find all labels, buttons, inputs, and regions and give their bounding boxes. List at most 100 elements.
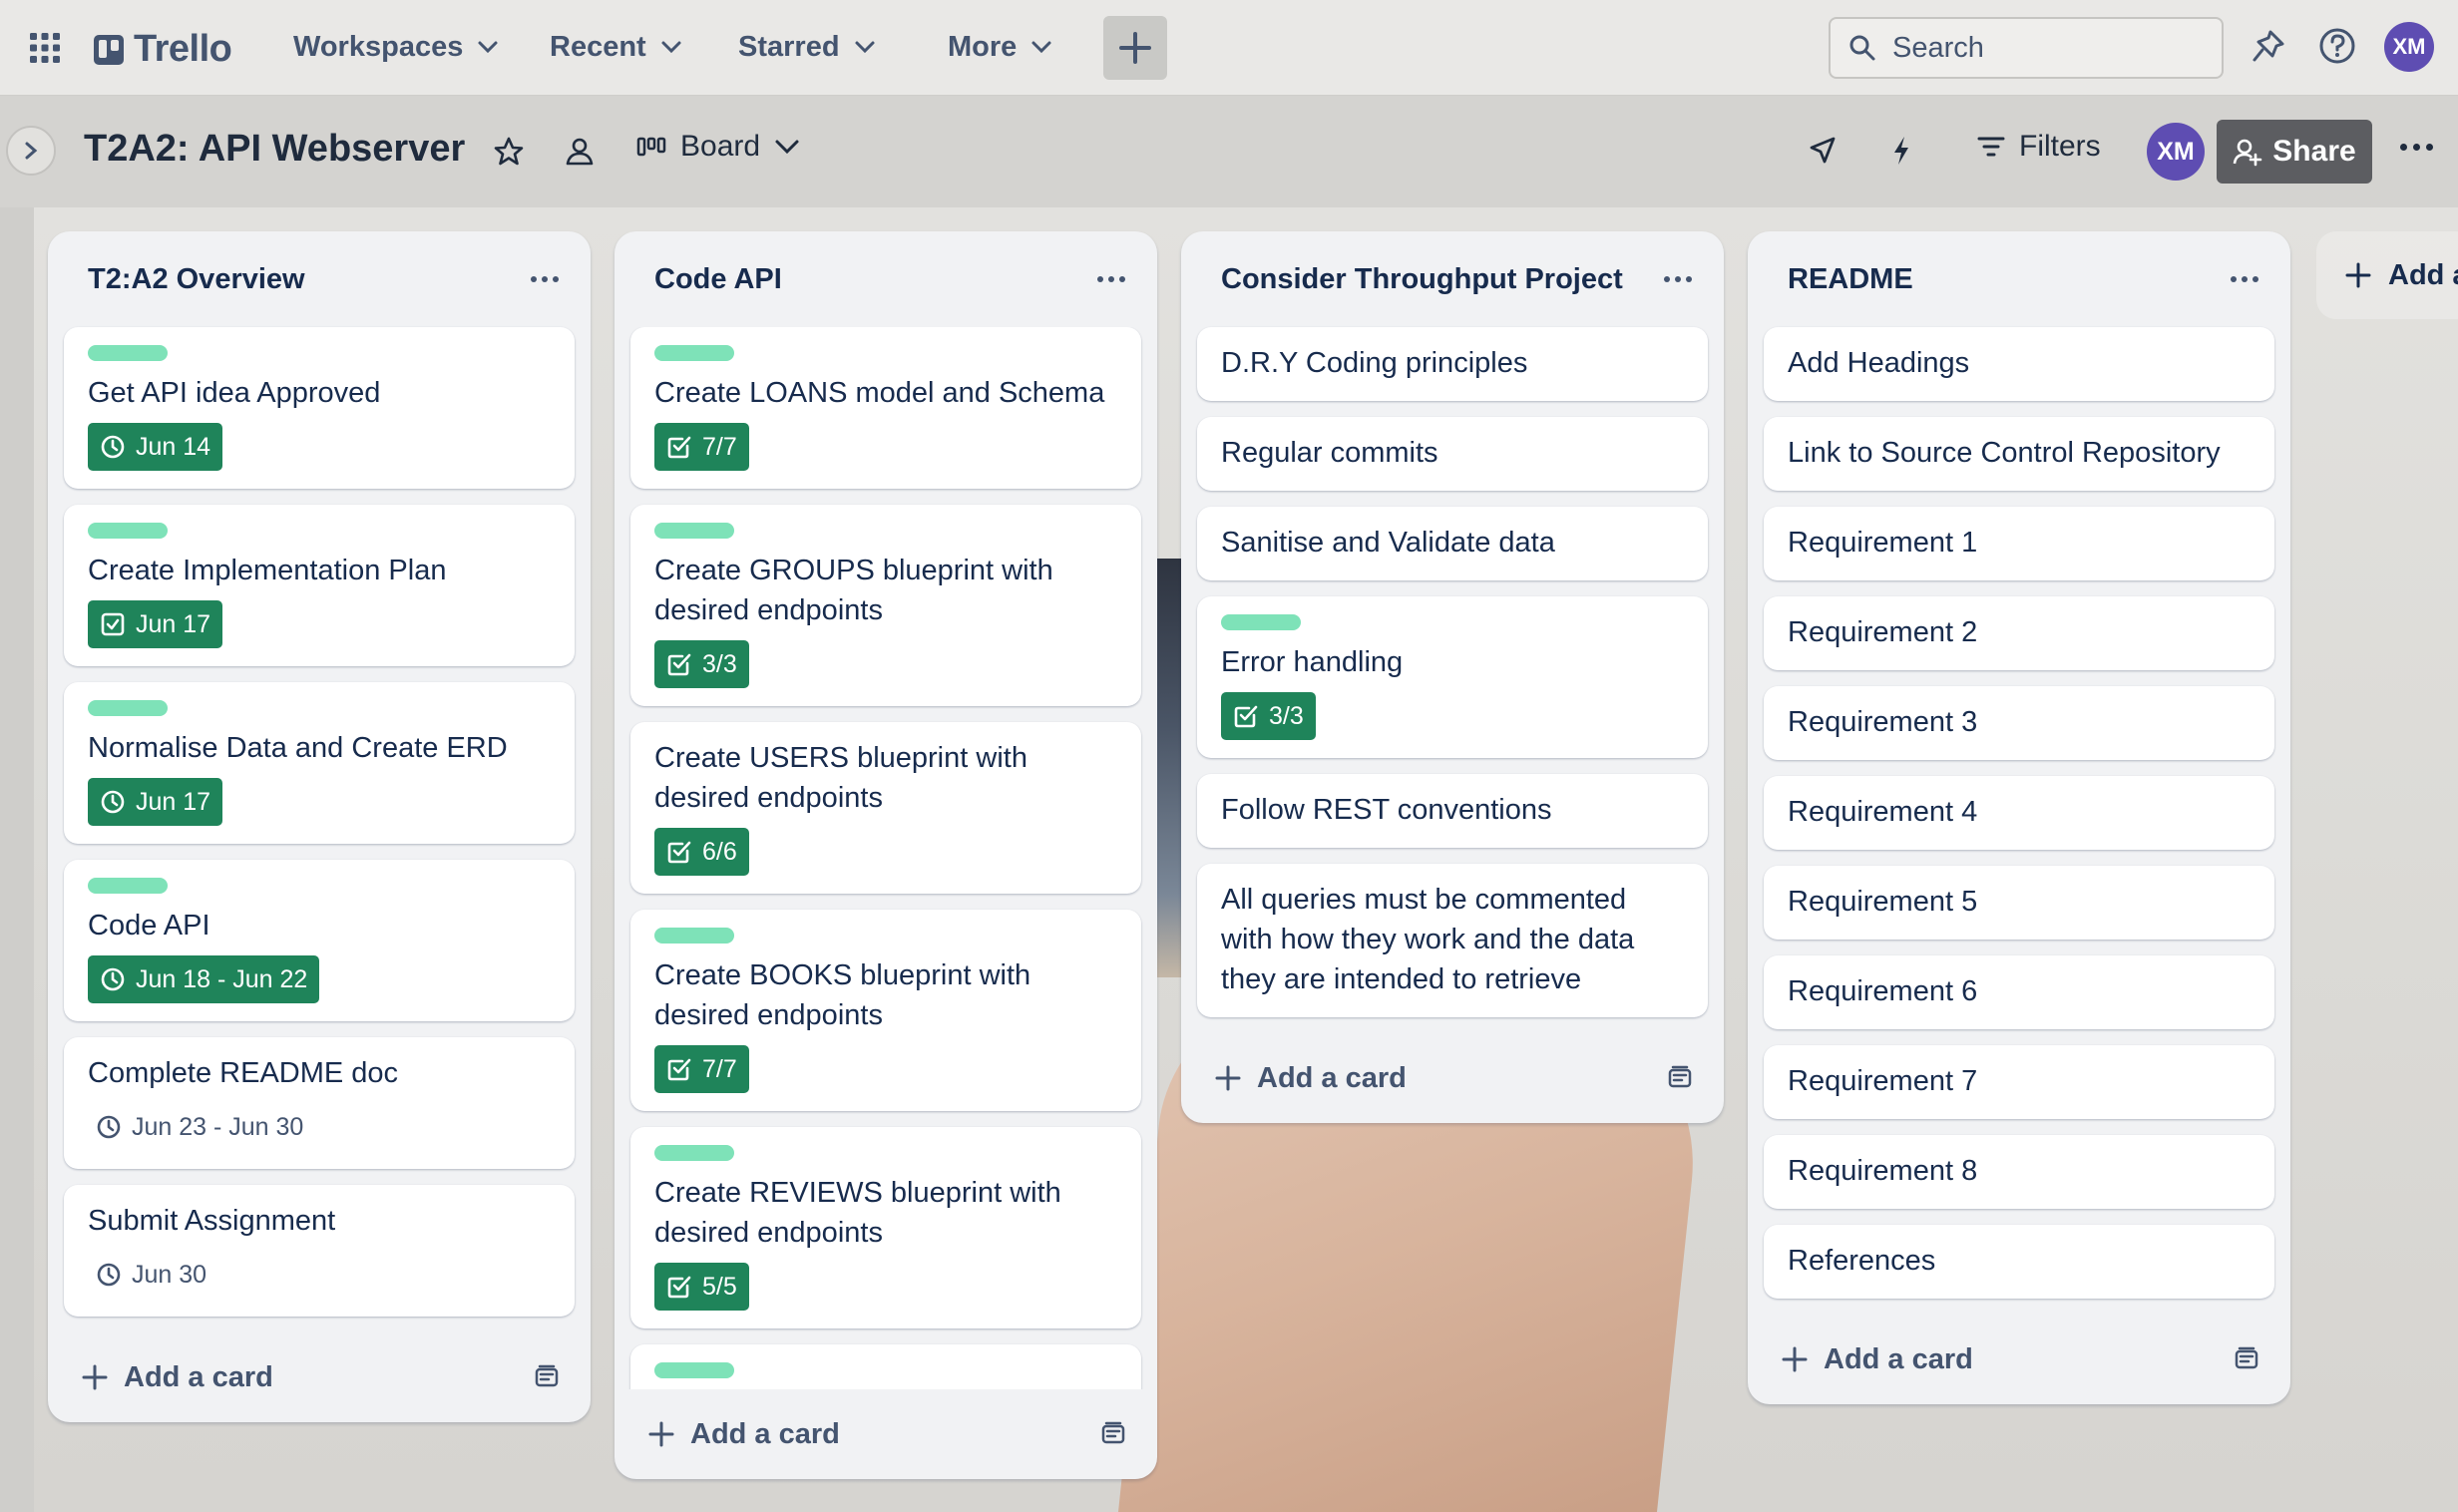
card[interactable]: Requirement 6 — [1764, 955, 2274, 1029]
card[interactable]: Requirement 5 — [1764, 866, 2274, 940]
user-avatar[interactable]: XM — [2384, 22, 2434, 72]
search-box[interactable] — [1829, 17, 2224, 79]
card[interactable]: All queries must be commented with how t… — [1197, 864, 1708, 1017]
clock-icon — [96, 1114, 122, 1140]
create-from-template-icon[interactable] — [1666, 1064, 1694, 1092]
list-title[interactable]: T2:A2 Overview — [88, 263, 305, 296]
card[interactable]: Create Implementation Plan Jun 17 — [64, 505, 575, 666]
card[interactable]: References — [1764, 1225, 2274, 1299]
card[interactable]: Normalise Data and Create ERD Jun 17 — [64, 682, 575, 844]
list-menu-button[interactable] — [2225, 270, 2264, 288]
board-view-switcher[interactable]: Board — [636, 130, 800, 164]
card[interactable]: Create LOANS model and Schema 7/7 — [630, 327, 1141, 489]
card-label-green[interactable] — [88, 345, 168, 361]
card-label-green[interactable] — [1221, 614, 1301, 630]
due-date-badge[interactable]: Jun 18 - Jun 22 — [88, 955, 320, 1003]
list-2: Code API Create LOANS model and Schema 7/7… — [614, 231, 1157, 1479]
card-label-green[interactable] — [654, 928, 734, 944]
trello-logo[interactable]: Trello — [94, 28, 232, 71]
starred-menu[interactable]: Starred — [738, 22, 876, 72]
workspaces-menu[interactable]: Workspaces — [293, 22, 499, 72]
add-card-button[interactable]: Add a card — [1782, 1343, 1973, 1376]
checklist-badge[interactable]: 7/7 — [654, 1045, 749, 1093]
card[interactable]: Requirement 8 — [1764, 1135, 2274, 1209]
filters-button[interactable]: Filters — [1977, 130, 2101, 164]
list-header: T2:A2 Overview — [48, 231, 591, 327]
add-card-footer: Add a card — [614, 1389, 1157, 1479]
card[interactable]: Submit Assignment Jun 30 — [64, 1185, 575, 1317]
board-title[interactable]: T2A2: API Webserver — [84, 128, 465, 171]
star-icon[interactable] — [493, 136, 525, 168]
create-from-template-icon[interactable] — [2233, 1345, 2260, 1373]
automation-icon[interactable] — [1885, 134, 1917, 168]
due-date-badge[interactable]: Jun 30 — [88, 1251, 218, 1299]
card-label-green[interactable] — [88, 700, 168, 716]
card-title: Create USERS blueprint with desired endp… — [654, 742, 1027, 814]
card-label-green[interactable] — [654, 1145, 734, 1161]
due-date-badge[interactable]: Jun 17 — [88, 778, 223, 826]
list-menu-button[interactable] — [1658, 270, 1698, 288]
filter-icon — [1977, 137, 2005, 157]
board-menu-button[interactable] — [2392, 136, 2441, 159]
card[interactable]: Requirement 4 — [1764, 776, 2274, 850]
add-card-button[interactable]: Add a card — [1215, 1062, 1407, 1095]
card-label-green[interactable] — [88, 523, 168, 539]
list-title[interactable]: README — [1788, 263, 1913, 296]
checklist-badge[interactable]: 3/3 — [1221, 692, 1316, 740]
visibility-icon[interactable] — [564, 136, 596, 168]
card[interactable]: Add Headings — [1764, 327, 2274, 401]
create-from-template-icon[interactable] — [1099, 1420, 1127, 1448]
card[interactable]: Requirement 3 — [1764, 686, 2274, 760]
list-title[interactable]: Consider Throughput Project — [1221, 263, 1623, 296]
due-date-badge[interactable]: Jun 17 — [88, 600, 223, 648]
list-4: README Add Headings Link to Source Control… — [1748, 231, 2290, 1404]
add-card-button[interactable]: Add a card — [82, 1361, 273, 1394]
list-menu-button[interactable] — [525, 270, 565, 288]
card[interactable]: Sanitise and Validate data — [1197, 507, 1708, 580]
create-from-template-icon[interactable] — [533, 1363, 561, 1391]
checklist-badge[interactable]: 3/3 — [654, 640, 749, 688]
more-menu[interactable]: More — [948, 22, 1052, 72]
search-input[interactable] — [1892, 31, 2212, 65]
card[interactable]: D.R.Y Coding principles — [1197, 327, 1708, 401]
add-list-button[interactable]: Add a — [2316, 231, 2458, 319]
card[interactable]: Code API Jun 18 - Jun 22 — [64, 860, 575, 1021]
checklist-badge[interactable]: 7/7 — [654, 423, 749, 471]
card[interactable]: Requirement 7 — [1764, 1045, 2274, 1119]
create-button[interactable] — [1103, 16, 1167, 80]
card[interactable]: Complete README doc Jun 23 - Jun 30 — [64, 1037, 575, 1169]
list-title[interactable]: Code API — [654, 263, 782, 296]
card[interactable]: Get API idea Approved Jun 14 — [64, 327, 575, 489]
card[interactable]: Requirement 2 — [1764, 596, 2274, 670]
expand-sidebar-button[interactable] — [6, 126, 56, 176]
checklist-badge[interactable]: 6/6 — [654, 828, 749, 876]
card[interactable]: Create BOOKS blueprint with desired endp… — [630, 910, 1141, 1111]
share-button[interactable]: Share — [2217, 120, 2372, 184]
card-label-green[interactable] — [654, 345, 734, 361]
add-card-button[interactable]: Add a card — [648, 1418, 840, 1451]
checklist-badge[interactable]: 5/5 — [654, 1263, 749, 1311]
card[interactable]: Create LOANS blueprint with — [630, 1344, 1141, 1389]
card[interactable]: Error handling 3/3 — [1197, 596, 1708, 758]
list-menu-button[interactable] — [1091, 270, 1131, 288]
card[interactable]: Create USERS blueprint with desired endp… — [630, 722, 1141, 894]
card[interactable]: Create REVIEWS blueprint with desired en… — [630, 1127, 1141, 1328]
card-label-green[interactable] — [654, 1362, 734, 1378]
recent-menu[interactable]: Recent — [550, 22, 682, 72]
card-label-green[interactable] — [654, 523, 734, 539]
card[interactable]: Regular commits — [1197, 417, 1708, 491]
due-date-badge[interactable]: Jun 23 - Jun 30 — [88, 1103, 315, 1151]
help-icon[interactable] — [2317, 26, 2357, 66]
app-switcher-icon[interactable] — [30, 33, 60, 63]
card[interactable]: Link to Source Control Repository — [1764, 417, 2274, 491]
card-label-green[interactable] — [88, 878, 168, 894]
list-3: Consider Throughput Project D.R.Y Coding … — [1181, 231, 1724, 1123]
card-title: Submit Assignment — [88, 1205, 336, 1237]
card[interactable]: Create GROUPS blueprint with desired end… — [630, 505, 1141, 706]
notifications-icon[interactable] — [2249, 26, 2288, 66]
power-ups-icon[interactable] — [1806, 134, 1840, 168]
due-date-badge[interactable]: Jun 14 — [88, 423, 223, 471]
board-member-avatar[interactable]: XM — [2147, 123, 2205, 181]
card[interactable]: Follow REST conventions — [1197, 774, 1708, 848]
card[interactable]: Requirement 1 — [1764, 507, 2274, 580]
